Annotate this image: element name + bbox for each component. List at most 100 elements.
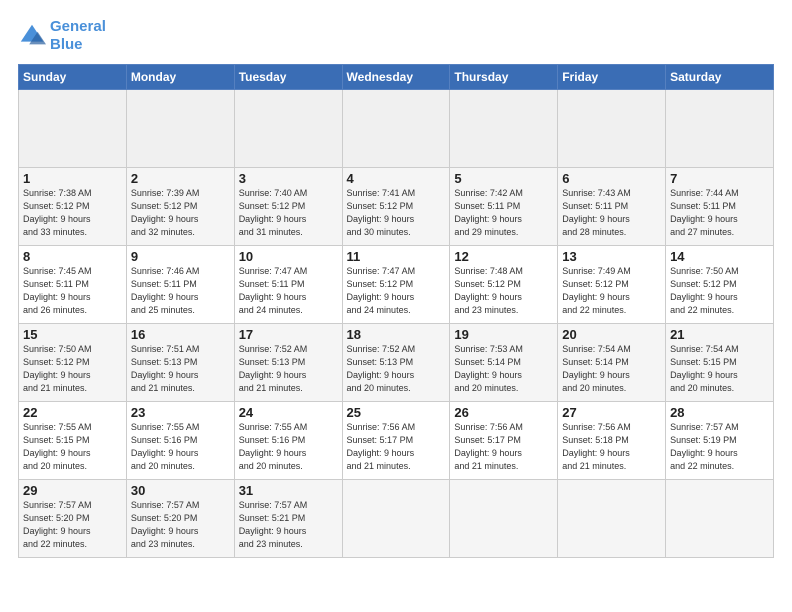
week-row-0 <box>19 90 774 168</box>
cell-w4-d6: 28Sunrise: 7:57 AM Sunset: 5:19 PM Dayli… <box>666 402 774 480</box>
col-header-sunday: Sunday <box>19 65 127 90</box>
cell-w0-d6 <box>666 90 774 168</box>
day-info: Sunrise: 7:42 AM Sunset: 5:11 PM Dayligh… <box>454 187 553 239</box>
logo: General Blue <box>18 18 106 54</box>
day-info: Sunrise: 7:57 AM Sunset: 5:21 PM Dayligh… <box>239 499 338 551</box>
week-row-2: 8Sunrise: 7:45 AM Sunset: 5:11 PM Daylig… <box>19 246 774 324</box>
cell-w3-d0: 15Sunrise: 7:50 AM Sunset: 5:12 PM Dayli… <box>19 324 127 402</box>
day-info: Sunrise: 7:50 AM Sunset: 5:12 PM Dayligh… <box>23 343 122 395</box>
day-number: 7 <box>670 171 769 186</box>
day-info: Sunrise: 7:55 AM Sunset: 5:16 PM Dayligh… <box>239 421 338 473</box>
cell-w0-d4 <box>450 90 558 168</box>
day-number: 6 <box>562 171 661 186</box>
day-number: 27 <box>562 405 661 420</box>
cell-w0-d0 <box>19 90 127 168</box>
day-number: 10 <box>239 249 338 264</box>
day-number: 13 <box>562 249 661 264</box>
cell-w1-d2: 3Sunrise: 7:40 AM Sunset: 5:12 PM Daylig… <box>234 168 342 246</box>
day-info: Sunrise: 7:51 AM Sunset: 5:13 PM Dayligh… <box>131 343 230 395</box>
cell-w4-d0: 22Sunrise: 7:55 AM Sunset: 5:15 PM Dayli… <box>19 402 127 480</box>
cell-w0-d2 <box>234 90 342 168</box>
day-number: 21 <box>670 327 769 342</box>
day-number: 14 <box>670 249 769 264</box>
day-info: Sunrise: 7:45 AM Sunset: 5:11 PM Dayligh… <box>23 265 122 317</box>
cell-w4-d5: 27Sunrise: 7:56 AM Sunset: 5:18 PM Dayli… <box>558 402 666 480</box>
cell-w1-d6: 7Sunrise: 7:44 AM Sunset: 5:11 PM Daylig… <box>666 168 774 246</box>
day-info: Sunrise: 7:53 AM Sunset: 5:14 PM Dayligh… <box>454 343 553 395</box>
day-info: Sunrise: 7:56 AM Sunset: 5:17 PM Dayligh… <box>347 421 446 473</box>
col-header-saturday: Saturday <box>666 65 774 90</box>
cell-w5-d2: 31Sunrise: 7:57 AM Sunset: 5:21 PM Dayli… <box>234 480 342 558</box>
cell-w2-d6: 14Sunrise: 7:50 AM Sunset: 5:12 PM Dayli… <box>666 246 774 324</box>
day-number: 31 <box>239 483 338 498</box>
day-info: Sunrise: 7:55 AM Sunset: 5:15 PM Dayligh… <box>23 421 122 473</box>
day-info: Sunrise: 7:49 AM Sunset: 5:12 PM Dayligh… <box>562 265 661 317</box>
day-number: 5 <box>454 171 553 186</box>
day-info: Sunrise: 7:55 AM Sunset: 5:16 PM Dayligh… <box>131 421 230 473</box>
day-number: 23 <box>131 405 230 420</box>
day-info: Sunrise: 7:47 AM Sunset: 5:11 PM Dayligh… <box>239 265 338 317</box>
day-number: 16 <box>131 327 230 342</box>
day-info: Sunrise: 7:46 AM Sunset: 5:11 PM Dayligh… <box>131 265 230 317</box>
cell-w1-d4: 5Sunrise: 7:42 AM Sunset: 5:11 PM Daylig… <box>450 168 558 246</box>
cell-w5-d6 <box>666 480 774 558</box>
cell-w1-d1: 2Sunrise: 7:39 AM Sunset: 5:12 PM Daylig… <box>126 168 234 246</box>
cell-w5-d1: 30Sunrise: 7:57 AM Sunset: 5:20 PM Dayli… <box>126 480 234 558</box>
logo-icon <box>18 22 46 50</box>
day-number: 29 <box>23 483 122 498</box>
day-info: Sunrise: 7:40 AM Sunset: 5:12 PM Dayligh… <box>239 187 338 239</box>
week-row-1: 1Sunrise: 7:38 AM Sunset: 5:12 PM Daylig… <box>19 168 774 246</box>
day-info: Sunrise: 7:54 AM Sunset: 5:14 PM Dayligh… <box>562 343 661 395</box>
cell-w2-d3: 11Sunrise: 7:47 AM Sunset: 5:12 PM Dayli… <box>342 246 450 324</box>
day-info: Sunrise: 7:57 AM Sunset: 5:20 PM Dayligh… <box>131 499 230 551</box>
cell-w1-d5: 6Sunrise: 7:43 AM Sunset: 5:11 PM Daylig… <box>558 168 666 246</box>
day-number: 3 <box>239 171 338 186</box>
week-row-5: 29Sunrise: 7:57 AM Sunset: 5:20 PM Dayli… <box>19 480 774 558</box>
day-info: Sunrise: 7:50 AM Sunset: 5:12 PM Dayligh… <box>670 265 769 317</box>
day-info: Sunrise: 7:57 AM Sunset: 5:20 PM Dayligh… <box>23 499 122 551</box>
page: General Blue SundayMondayTuesdayWednesda… <box>0 0 792 612</box>
col-header-thursday: Thursday <box>450 65 558 90</box>
cell-w4-d4: 26Sunrise: 7:56 AM Sunset: 5:17 PM Dayli… <box>450 402 558 480</box>
cell-w2-d2: 10Sunrise: 7:47 AM Sunset: 5:11 PM Dayli… <box>234 246 342 324</box>
day-info: Sunrise: 7:48 AM Sunset: 5:12 PM Dayligh… <box>454 265 553 317</box>
day-number: 22 <box>23 405 122 420</box>
logo-text: General Blue <box>50 18 106 54</box>
day-info: Sunrise: 7:38 AM Sunset: 5:12 PM Dayligh… <box>23 187 122 239</box>
cell-w4-d1: 23Sunrise: 7:55 AM Sunset: 5:16 PM Dayli… <box>126 402 234 480</box>
day-info: Sunrise: 7:41 AM Sunset: 5:12 PM Dayligh… <box>347 187 446 239</box>
header-row: SundayMondayTuesdayWednesdayThursdayFrid… <box>19 65 774 90</box>
day-number: 4 <box>347 171 446 186</box>
day-number: 30 <box>131 483 230 498</box>
col-header-friday: Friday <box>558 65 666 90</box>
day-number: 8 <box>23 249 122 264</box>
day-info: Sunrise: 7:56 AM Sunset: 5:17 PM Dayligh… <box>454 421 553 473</box>
day-number: 26 <box>454 405 553 420</box>
cell-w3-d5: 20Sunrise: 7:54 AM Sunset: 5:14 PM Dayli… <box>558 324 666 402</box>
day-info: Sunrise: 7:57 AM Sunset: 5:19 PM Dayligh… <box>670 421 769 473</box>
col-header-tuesday: Tuesday <box>234 65 342 90</box>
cell-w2-d4: 12Sunrise: 7:48 AM Sunset: 5:12 PM Dayli… <box>450 246 558 324</box>
day-number: 24 <box>239 405 338 420</box>
cell-w3-d6: 21Sunrise: 7:54 AM Sunset: 5:15 PM Dayli… <box>666 324 774 402</box>
cell-w3-d3: 18Sunrise: 7:52 AM Sunset: 5:13 PM Dayli… <box>342 324 450 402</box>
day-number: 20 <box>562 327 661 342</box>
cell-w5-d3 <box>342 480 450 558</box>
day-number: 11 <box>347 249 446 264</box>
cell-w3-d4: 19Sunrise: 7:53 AM Sunset: 5:14 PM Dayli… <box>450 324 558 402</box>
cell-w0-d3 <box>342 90 450 168</box>
day-info: Sunrise: 7:47 AM Sunset: 5:12 PM Dayligh… <box>347 265 446 317</box>
cell-w0-d1 <box>126 90 234 168</box>
day-info: Sunrise: 7:52 AM Sunset: 5:13 PM Dayligh… <box>347 343 446 395</box>
day-number: 12 <box>454 249 553 264</box>
cell-w2-d1: 9Sunrise: 7:46 AM Sunset: 5:11 PM Daylig… <box>126 246 234 324</box>
day-number: 18 <box>347 327 446 342</box>
week-row-4: 22Sunrise: 7:55 AM Sunset: 5:15 PM Dayli… <box>19 402 774 480</box>
day-number: 19 <box>454 327 553 342</box>
cell-w1-d0: 1Sunrise: 7:38 AM Sunset: 5:12 PM Daylig… <box>19 168 127 246</box>
cell-w5-d4 <box>450 480 558 558</box>
day-info: Sunrise: 7:56 AM Sunset: 5:18 PM Dayligh… <box>562 421 661 473</box>
cell-w3-d2: 17Sunrise: 7:52 AM Sunset: 5:13 PM Dayli… <box>234 324 342 402</box>
cell-w5-d5 <box>558 480 666 558</box>
day-info: Sunrise: 7:54 AM Sunset: 5:15 PM Dayligh… <box>670 343 769 395</box>
